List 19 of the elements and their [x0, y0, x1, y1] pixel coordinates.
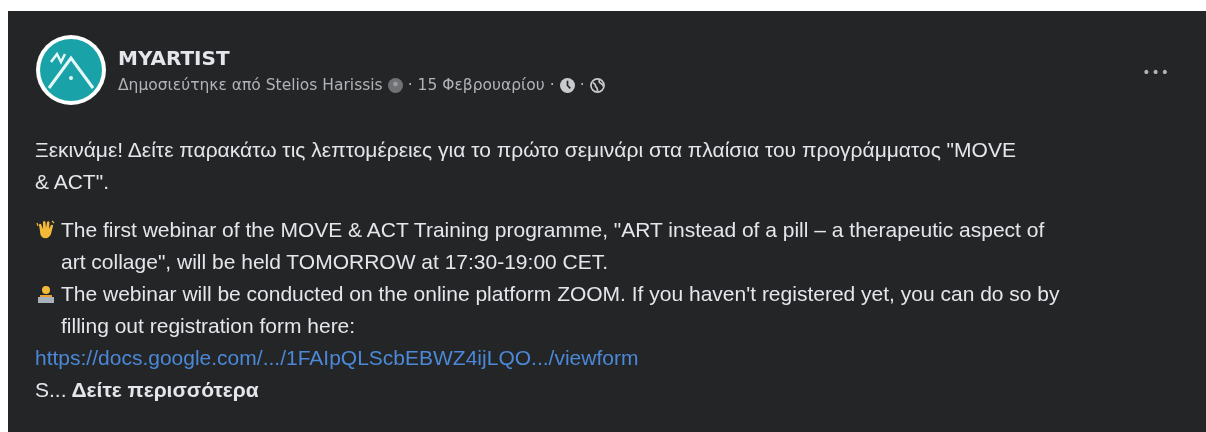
separator: ·	[407, 76, 413, 94]
person-at-desk-icon	[35, 283, 57, 305]
author-badge-icon	[387, 77, 403, 93]
more-options-button[interactable]: •••	[1136, 60, 1176, 84]
waving-hand-icon	[35, 219, 57, 241]
post-text: S...	[35, 377, 67, 403]
page-name[interactable]: MYARTIST	[118, 46, 1126, 70]
separator: ·	[549, 76, 555, 94]
form-link[interactable]: https://docs.google.com/.../1FAIpQLScbEBWZ4ijLQO.../viewform	[35, 342, 639, 374]
post-text: The webinar will be conducted on the online platform ZOOM. If you haven't registered yet, you can do so by filling out registration form here:	[61, 281, 1061, 339]
globe-icon	[589, 77, 605, 93]
post-text: The first webinar of the MOVE & ACT Training programme, "ART instead of a pill – a therapeutic aspect of art collage", will be held TOMORROW at 17:30-19:00 CET.	[61, 217, 1046, 275]
separator: ·	[579, 76, 585, 94]
logo-icon	[35, 34, 107, 106]
post-text: Ξεκινάμε! Δείτε παρακάτω τις λεπτομέρειες για το πρώτο σεμινάρι στα πλαίσια του προγράμματος "MOVE & ACT".	[35, 137, 1017, 195]
posted-by-text: Δημοσιεύτηκε από Stelios Harissis	[118, 76, 383, 94]
see-more-link[interactable]: Δείτε περισσότερα	[71, 374, 259, 406]
clock-icon	[559, 77, 575, 93]
post-date[interactable]: 15 Φεβρουαρίου	[417, 76, 545, 94]
